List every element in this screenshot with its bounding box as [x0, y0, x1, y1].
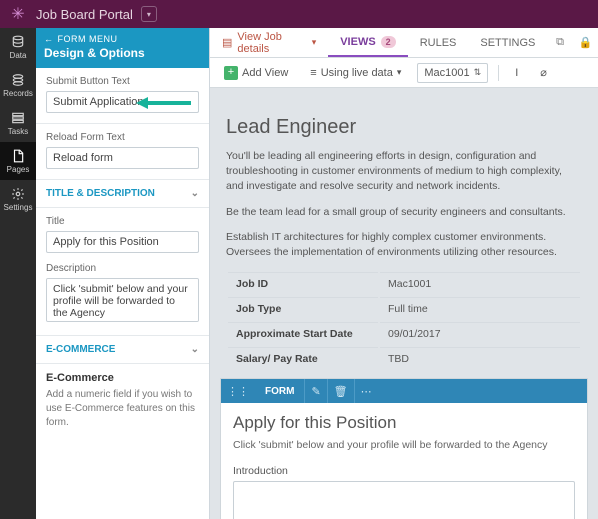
- tab-views[interactable]: VIEWS 2: [328, 28, 407, 57]
- content-area: ▤ View Job details ▾ VIEWS 2 RULES SETTI…: [210, 28, 598, 519]
- text-tool-icon[interactable]: I: [509, 64, 524, 82]
- app-menu-chevron-icon[interactable]: ▾: [141, 6, 157, 22]
- field-label: Reload Form Text: [46, 132, 199, 143]
- view-tabs: ▤ View Job details ▾ VIEWS 2 RULES SETTI…: [210, 28, 598, 58]
- rail-label: Pages: [7, 165, 30, 174]
- table-row: Job TypeFull time: [228, 297, 580, 320]
- ecommerce-header[interactable]: E-COMMERCE ⌄: [36, 336, 209, 364]
- form-heading: Apply for this Position: [233, 413, 575, 433]
- reload-form-text-input[interactable]: [46, 147, 199, 169]
- panel-header: ← FORM MENU Design & Options: [36, 28, 209, 68]
- job-details-table: Job IDMac1001 Job TypeFull time Approxim…: [226, 270, 582, 372]
- rail-label: Data: [10, 51, 27, 60]
- record-selector[interactable]: Mac1001 ⇅: [417, 63, 488, 83]
- table-row: Job IDMac1001: [228, 272, 580, 295]
- arrow-left-icon: ←: [44, 34, 54, 44]
- database-icon: [11, 35, 25, 49]
- job-paragraph: Be the team lead for a small group of se…: [226, 205, 582, 220]
- rail-item-settings[interactable]: Settings: [0, 180, 36, 218]
- form-card-body: Apply for this Position Click 'submit' b…: [221, 403, 587, 519]
- pages-icon: [11, 149, 25, 163]
- field-label: Title: [46, 216, 199, 227]
- edit-icon[interactable]: ✎: [304, 379, 326, 403]
- back-to-form-menu[interactable]: ← FORM MENU: [44, 34, 201, 44]
- filter-off-icon[interactable]: ⌀: [534, 63, 553, 82]
- plus-icon: +: [224, 66, 238, 80]
- page-icon: ▤: [222, 36, 232, 49]
- chevron-down-icon: ⌄: [191, 344, 199, 355]
- field-label: Introduction: [233, 465, 575, 477]
- submit-text-section: Submit Button Text: [36, 68, 209, 124]
- lock-icon[interactable]: 🔒: [573, 28, 598, 57]
- chevron-down-icon: ▾: [397, 67, 402, 78]
- chevron-down-icon: ⌄: [191, 188, 199, 199]
- stack-icon: ≡: [310, 67, 316, 79]
- views-count-badge: 2: [381, 36, 396, 48]
- tasks-icon: [11, 111, 25, 125]
- rail-label: Tasks: [8, 127, 28, 136]
- preview-scroll[interactable]: Lead Engineer You'll be leading all engi…: [210, 88, 598, 519]
- field-label: Submit Button Text: [46, 76, 199, 87]
- ecommerce-heading: E-Commerce: [46, 372, 199, 384]
- form-description-input[interactable]: [46, 278, 199, 322]
- ecommerce-description: Add a numeric field if you wish to use E…: [46, 388, 199, 430]
- table-row: Salary/ Pay RateTBD: [228, 347, 580, 370]
- rail-label: Settings: [4, 203, 33, 212]
- add-view-button[interactable]: + Add View: [218, 63, 294, 83]
- panel-title: Design & Options: [44, 46, 201, 60]
- ecommerce-body: E-Commerce Add a numeric field if you wi…: [36, 364, 209, 440]
- drag-handle-icon[interactable]: ⋮⋮: [221, 385, 255, 398]
- view-job-details-link[interactable]: ▤ View Job details ▾: [210, 28, 328, 57]
- tab-rules[interactable]: RULES: [408, 28, 469, 57]
- rail-item-data[interactable]: Data: [0, 28, 36, 66]
- form-card: ⋮⋮ FORM ✎ 🗑 ⋯ Apply for this Position Cl…: [220, 378, 588, 519]
- form-card-header: ⋮⋮ FORM ✎ 🗑 ⋯: [221, 379, 587, 403]
- design-options-panel: ← FORM MENU Design & Options Submit Butt…: [36, 28, 210, 519]
- job-preview: Lead Engineer You'll be leading all engi…: [220, 116, 588, 372]
- rail-item-tasks[interactable]: Tasks: [0, 104, 36, 142]
- app-logo-icon: ✳: [0, 4, 36, 24]
- job-paragraph: You'll be leading all engineering effort…: [226, 149, 582, 195]
- rail-item-records[interactable]: Records: [0, 66, 36, 104]
- gear-icon: [11, 187, 25, 201]
- left-rail: Data Records Tasks Pages Settings: [0, 28, 36, 519]
- form-title-input[interactable]: [46, 231, 199, 253]
- more-icon[interactable]: ⋯: [354, 379, 378, 403]
- tab-settings[interactable]: SETTINGS: [468, 28, 547, 57]
- app-title: Job Board Portal: [36, 7, 133, 22]
- table-row: Approximate Start Date09/01/2017: [228, 322, 580, 345]
- form-badge: FORM: [255, 386, 304, 397]
- rail-label: Records: [3, 89, 33, 98]
- introduction-textarea[interactable]: [233, 481, 575, 519]
- form-subtext: Click 'submit' below and your profile wi…: [233, 439, 575, 451]
- open-external-icon[interactable]: ⧉: [547, 28, 572, 57]
- job-title: Lead Engineer: [226, 116, 582, 139]
- delete-icon[interactable]: 🗑: [327, 379, 354, 403]
- field-label: Description: [46, 263, 199, 274]
- divider: [498, 65, 499, 81]
- title-description-body: Title Description: [36, 208, 209, 336]
- records-icon: [11, 73, 25, 87]
- job-paragraph: Establish IT architectures for highly co…: [226, 230, 582, 260]
- annotation-arrow-icon: [136, 93, 192, 113]
- reload-text-section: Reload Form Text: [36, 124, 209, 180]
- app-header: ✳ Job Board Portal ▾: [0, 0, 598, 28]
- rail-item-pages[interactable]: Pages: [0, 142, 36, 180]
- chevron-down-icon: ▾: [312, 37, 317, 48]
- sort-icon: ⇅: [474, 67, 482, 78]
- data-source-dropdown[interactable]: ≡ Using live data ▾: [304, 64, 407, 82]
- title-description-header[interactable]: TITLE & DESCRIPTION ⌄: [36, 180, 209, 208]
- view-toolbar: + Add View ≡ Using live data ▾ Mac1001 ⇅…: [210, 58, 598, 88]
